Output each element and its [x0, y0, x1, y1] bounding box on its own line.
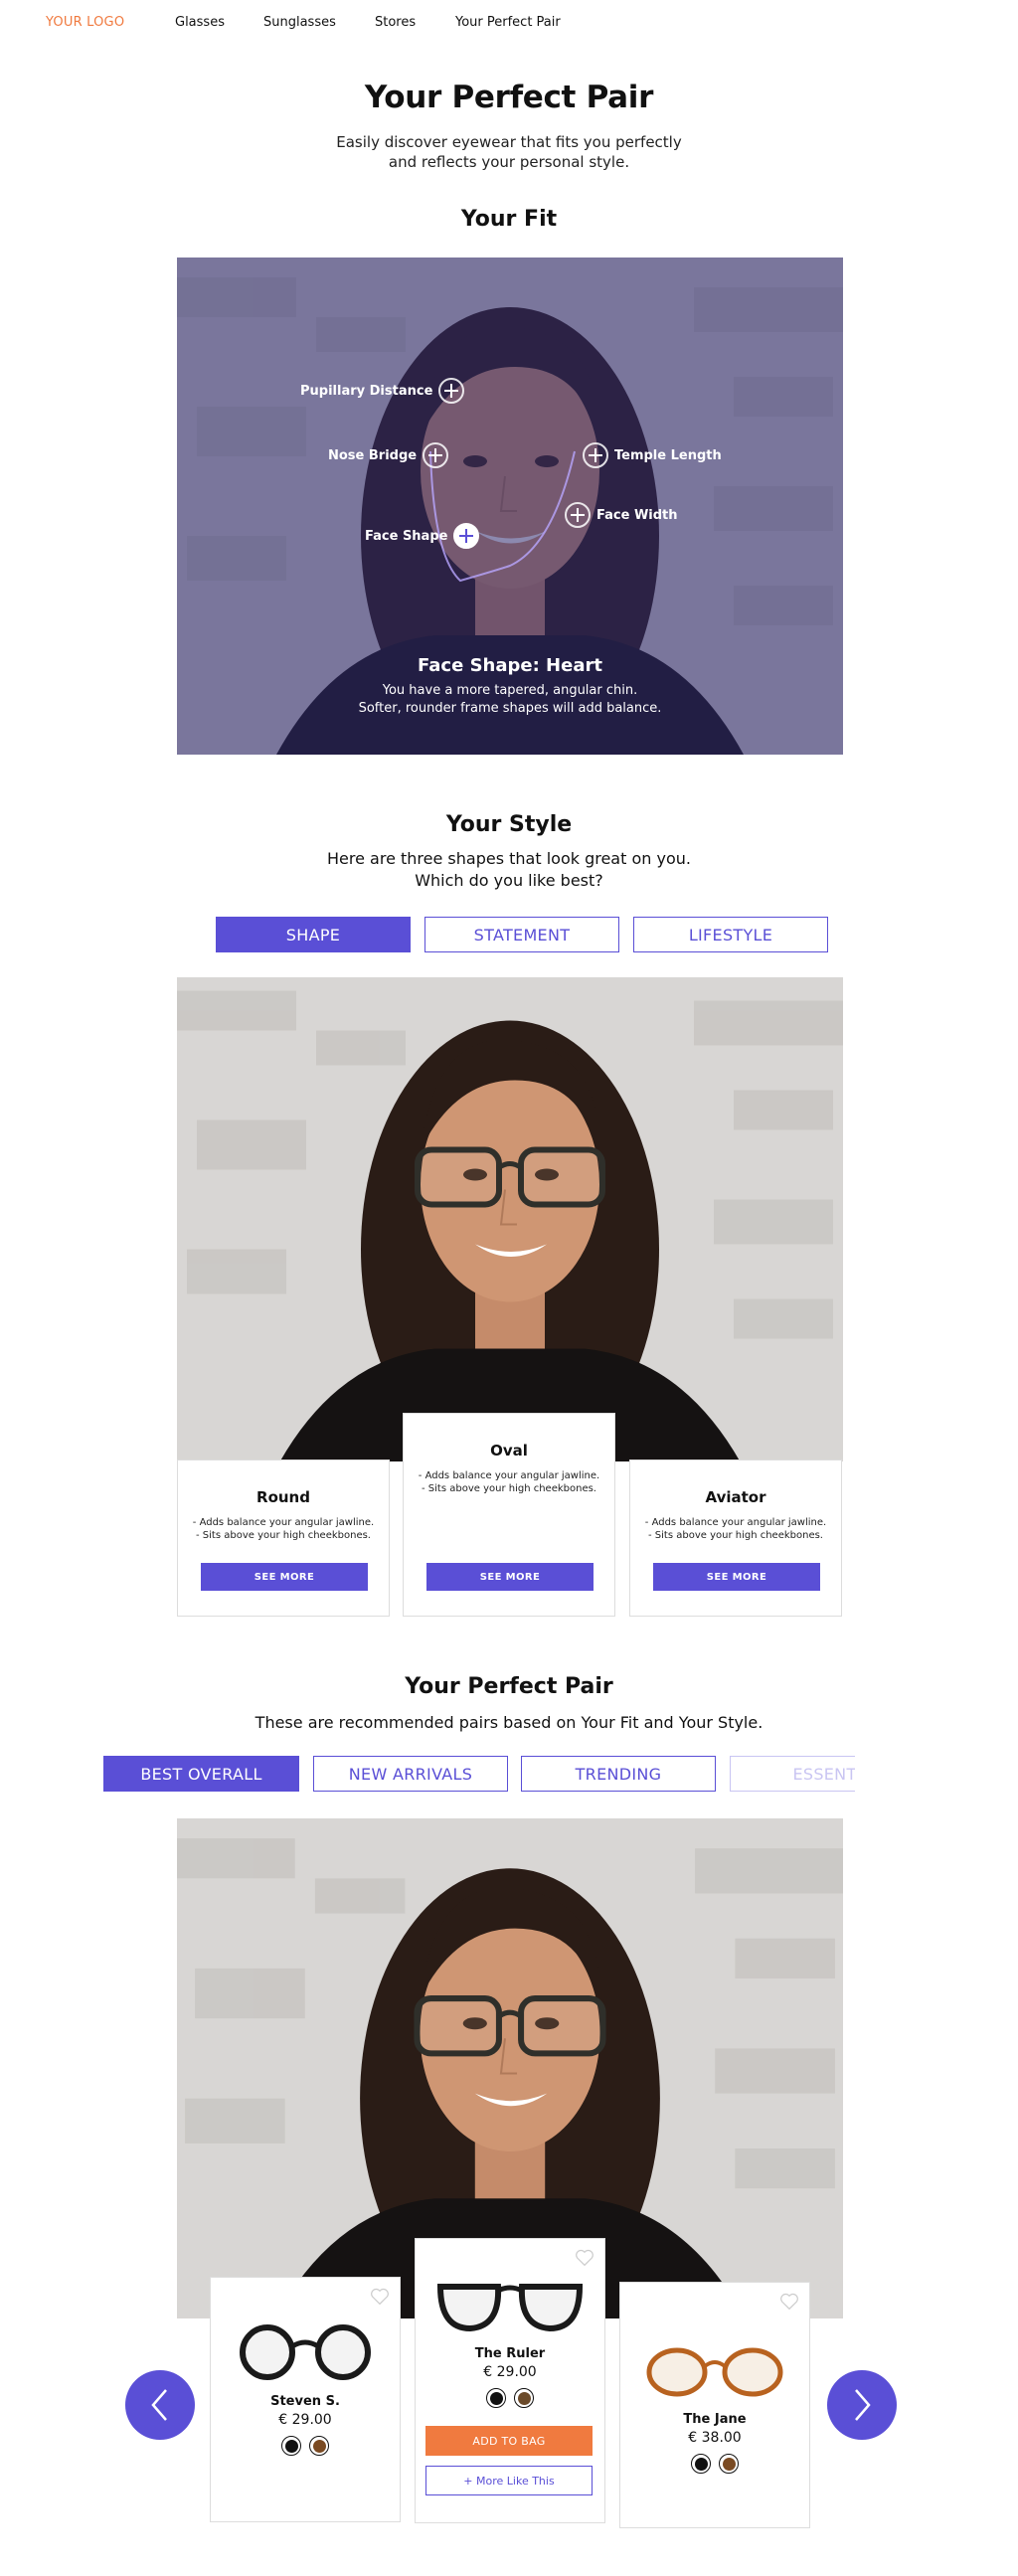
- marker-label: Nose Bridge: [328, 447, 418, 463]
- shape-card-aviator: Aviator - Adds balance your angular jawl…: [629, 1460, 842, 1617]
- marker-temple-length[interactable]: Temple Length: [583, 442, 722, 468]
- carousel-next-button[interactable]: [827, 2370, 897, 2440]
- tab-trending[interactable]: TRENDING: [521, 1756, 716, 1792]
- tab-statement[interactable]: STATEMENT: [424, 917, 619, 952]
- product-card-steven[interactable]: Steven S. € 29.00: [210, 2277, 401, 2522]
- nav-sunglasses[interactable]: Sunglasses: [263, 15, 336, 30]
- nav-your-perfect-pair[interactable]: Your Perfect Pair: [455, 15, 561, 30]
- tab-essentials[interactable]: ESSENTI: [730, 1756, 855, 1792]
- heart-icon[interactable]: [575, 2249, 594, 2267]
- pair-subtitle: These are recommended pairs based on You…: [254, 1713, 764, 1732]
- product-price: € 29.00: [278, 2412, 332, 2428]
- product-name: The Ruler: [474, 2346, 546, 2361]
- shape-card-oval: Oval - Adds balance your angular jawline…: [403, 1413, 615, 1617]
- face-shape-result: Face Shape: Heart: [418, 655, 602, 676]
- subtitle-line: Easily discover eyewear that fits you pe…: [336, 133, 682, 151]
- swatch-black[interactable]: [281, 2436, 301, 2456]
- plus-icon: [453, 523, 480, 549]
- tab-new-arrivals[interactable]: NEW ARRIVALS: [313, 1756, 508, 1792]
- result-description: You have a more tapered, angular chin. S…: [177, 682, 843, 718]
- bullet: - Adds balance your angular jawline.: [192, 1517, 375, 1528]
- product-price: € 38.00: [688, 2430, 742, 2446]
- shape-name: Round: [256, 1488, 310, 1506]
- top-nav: YOUR LOGO Glasses Sunglasses Stores Your…: [0, 0, 1018, 46]
- plus-icon: [583, 442, 608, 468]
- carousel-prev-button[interactable]: [125, 2370, 195, 2440]
- shape-name: Aviator: [705, 1488, 766, 1506]
- fit-result: Face Shape: Heart You have a more tapere…: [177, 655, 843, 718]
- swatch-brown[interactable]: [309, 2436, 329, 2456]
- nav-stores[interactable]: Stores: [375, 15, 416, 30]
- result-line: Softer, rounder frame shapes will add ba…: [358, 701, 662, 716]
- tab-shape[interactable]: SHAPE: [216, 917, 411, 952]
- marker-label: Face Width: [596, 507, 678, 523]
- heart-icon[interactable]: [779, 2293, 799, 2311]
- pair-section-title: Your Perfect Pair: [405, 1674, 613, 1699]
- plus-icon: [438, 378, 465, 404]
- color-swatches: [416, 2388, 604, 2408]
- add-to-bag-button[interactable]: ADD TO BAG: [425, 2426, 593, 2456]
- glasses-image: [436, 2284, 584, 2332]
- product-name: The Jane: [683, 2412, 747, 2427]
- shape-card-round: Round - Adds balance your angular jawlin…: [177, 1460, 390, 1617]
- swatch-brown[interactable]: [514, 2388, 534, 2408]
- bullet: - Sits above your high cheekbones.: [196, 1530, 371, 1541]
- swatch-black[interactable]: [486, 2388, 506, 2408]
- bullet: - Adds balance your angular jawline.: [418, 1470, 600, 1481]
- swatch-brown[interactable]: [719, 2454, 739, 2474]
- tab-best-overall[interactable]: BEST OVERALL: [103, 1756, 299, 1792]
- marker-nose-bridge[interactable]: Nose Bridge: [328, 442, 449, 468]
- marker-label: Temple Length: [614, 447, 722, 463]
- logo[interactable]: YOUR LOGO: [46, 15, 124, 30]
- shape-bullets: - Adds balance your angular jawline. - S…: [404, 1469, 614, 1495]
- heart-icon[interactable]: [370, 2288, 390, 2306]
- marker-label: Pupillary Distance: [300, 383, 433, 399]
- marker-label: Face Shape: [365, 528, 448, 544]
- bullet: - Sits above your high cheekbones.: [422, 1483, 596, 1494]
- subtitle-line: Which do you like best?: [415, 871, 603, 890]
- glasses-image: [240, 2324, 371, 2380]
- marker-face-width[interactable]: Face Width: [565, 502, 678, 528]
- nav-glasses[interactable]: Glasses: [175, 15, 225, 30]
- style-section-title: Your Style: [445, 812, 573, 837]
- shape-bullets: - Adds balance your angular jawline. - S…: [630, 1516, 841, 1542]
- see-more-button[interactable]: SEE MORE: [201, 1563, 368, 1591]
- bullet: - Sits above your high cheekbones.: [648, 1530, 823, 1541]
- bullet: - Adds balance your angular jawline.: [644, 1517, 827, 1528]
- subtitle-line: and reflects your personal style.: [388, 153, 630, 171]
- style-subtitle: Here are three shapes that look great on…: [0, 848, 1018, 892]
- product-card-jane[interactable]: The Jane € 38.00: [619, 2282, 810, 2528]
- glasses-image: [646, 2347, 783, 2397]
- result-line: You have a more tapered, angular chin.: [382, 683, 638, 698]
- see-more-button[interactable]: SEE MORE: [653, 1563, 820, 1591]
- pair-tabs: BEST OVERALL NEW ARRIVALS TRENDING ESSEN…: [0, 1750, 855, 1796]
- shape-name: Oval: [490, 1442, 528, 1460]
- style-photo: [177, 977, 843, 1461]
- subtitle-line: Here are three shapes that look great on…: [327, 849, 691, 868]
- product-name: Steven S.: [270, 2394, 340, 2409]
- plus-icon: [423, 442, 449, 468]
- page-subtitle: Easily discover eyewear that fits you pe…: [0, 132, 1018, 172]
- swatch-black[interactable]: [691, 2454, 711, 2474]
- color-swatches: [620, 2454, 809, 2474]
- fit-section-title: Your Fit: [460, 207, 558, 232]
- plus-icon: [565, 502, 591, 528]
- color-swatches: [211, 2436, 400, 2456]
- tab-lifestyle[interactable]: LIFESTYLE: [633, 917, 828, 952]
- product-card-ruler[interactable]: The Ruler € 29.00 ADD TO BAG + More Like…: [415, 2238, 605, 2523]
- page-title: Your Perfect Pair: [364, 80, 654, 115]
- marker-pupillary-distance[interactable]: Pupillary Distance: [300, 378, 465, 404]
- fit-photo: Pupillary Distance Nose Bridge Temple Le…: [177, 258, 843, 755]
- see-more-button[interactable]: SEE MORE: [426, 1563, 594, 1591]
- chevron-left-icon: [151, 2389, 167, 2421]
- shape-bullets: - Adds balance your angular jawline. - S…: [178, 1516, 389, 1542]
- marker-face-shape[interactable]: Face Shape: [365, 523, 480, 549]
- chevron-right-icon: [855, 2389, 871, 2421]
- more-like-this-button[interactable]: + More Like This: [425, 2466, 593, 2495]
- product-price: € 29.00: [483, 2364, 537, 2380]
